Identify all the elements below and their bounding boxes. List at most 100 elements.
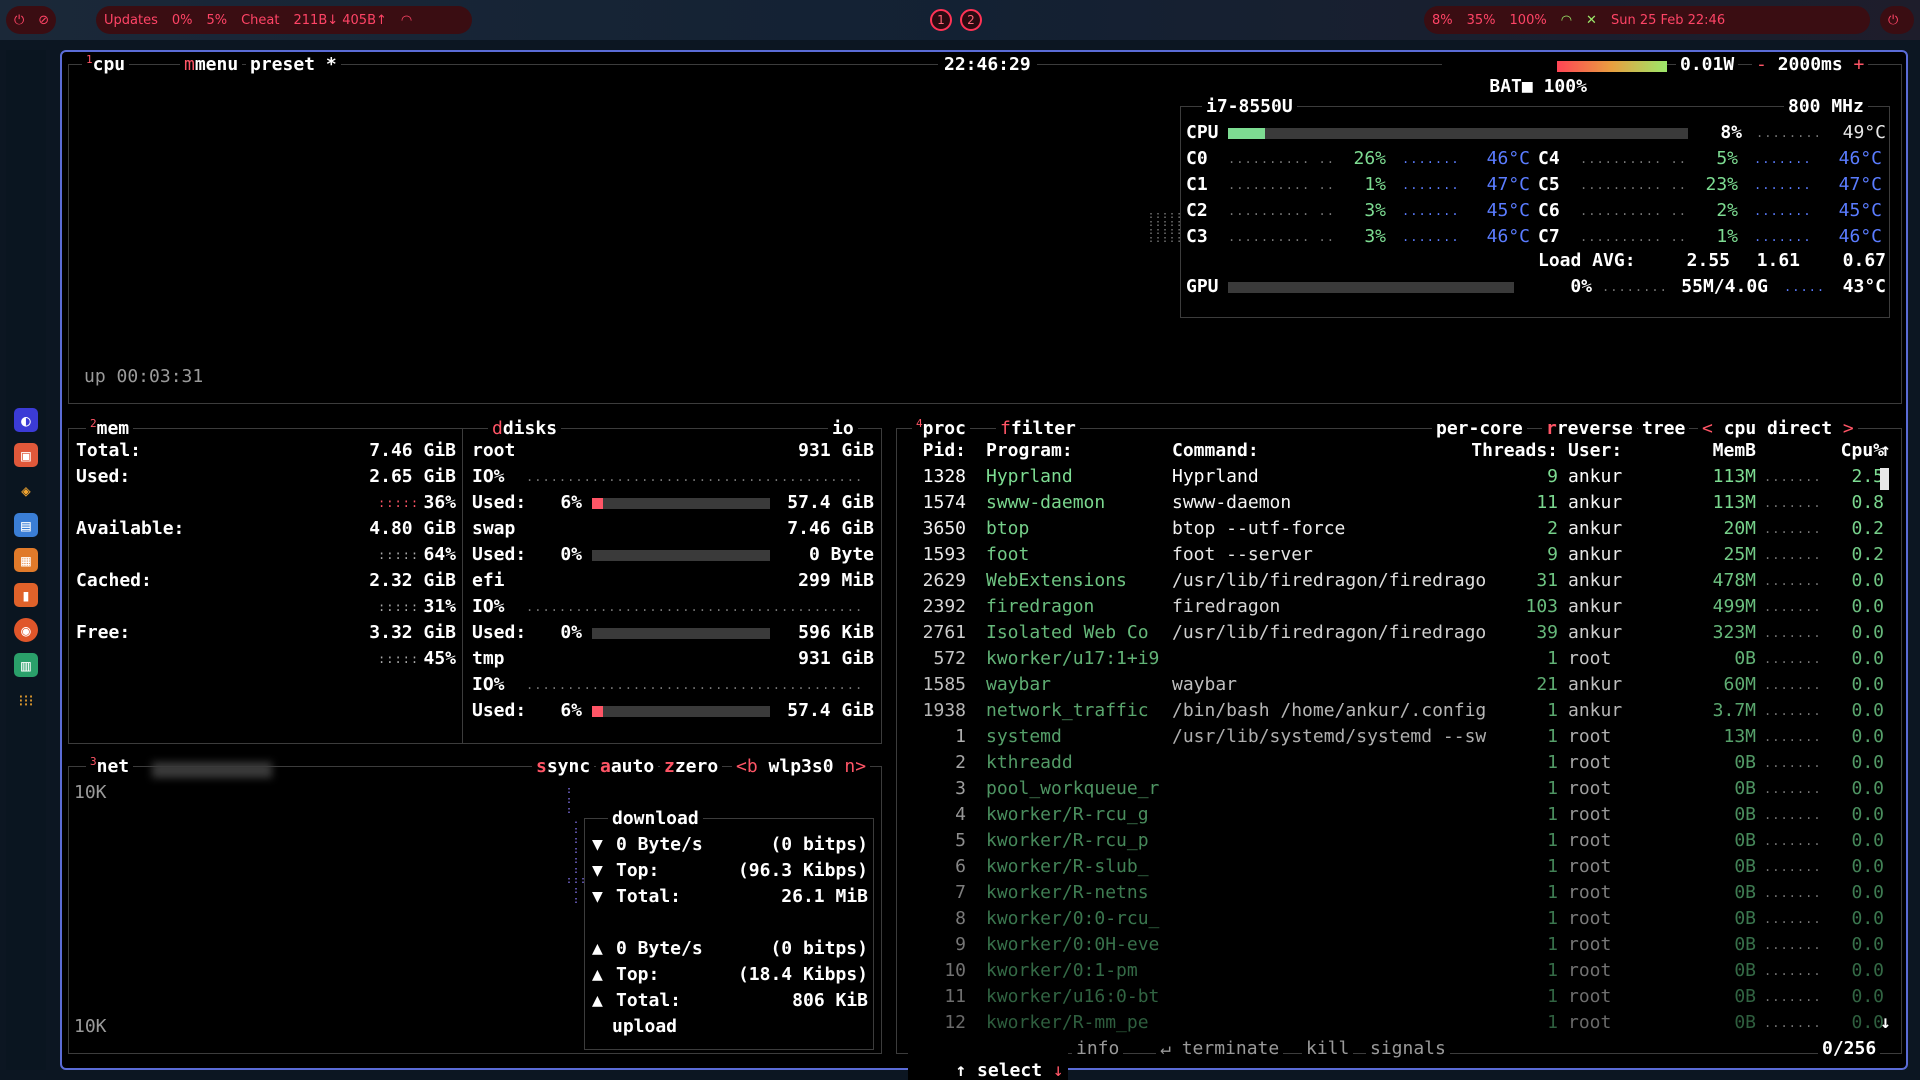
proc-pid: 2761 <box>922 622 966 643</box>
select-up-icon[interactable]: ↑ <box>955 1060 977 1080</box>
table-row[interactable]: 11 kworker/u16:0-bt 1 root 0B....... 0.0 <box>902 986 1884 1012</box>
proc-threads: 1 <box>1547 804 1558 825</box>
table-row[interactable]: 2392 firedragon firedragon 103 ankur 499M....… <box>902 596 1884 622</box>
proc-header-user[interactable]: User: <box>1568 440 1622 462</box>
tools-icon[interactable]: ✕ <box>1586 13 1597 28</box>
table-row[interactable]: 12 kworker/R-mm_pe 1 root 0B....... 0.0 <box>902 1012 1884 1038</box>
editor-icon[interactable]: ▥ <box>14 653 38 677</box>
archive-icon[interactable]: ▮ <box>14 583 38 607</box>
cpu-indicator[interactable]: 5% <box>206 13 227 28</box>
table-row[interactable]: 6 kworker/R-slub_ 1 root 0B....... 0.0 <box>902 856 1884 882</box>
mem-label: Total: <box>76 440 142 461</box>
proc-header-mem[interactable]: MemB <box>1672 440 1756 462</box>
gpu-memory: 55M/4.0G <box>1681 276 1768 297</box>
mem-label: Used: <box>76 466 131 487</box>
io-toggle[interactable]: io <box>828 418 858 440</box>
proc-threads: 1 <box>1547 1012 1558 1033</box>
menu-tab[interactable]: mmenu <box>180 54 243 76</box>
dashboard-icon[interactable]: ▦ <box>14 548 38 572</box>
table-row[interactable]: 1593 foot foot --server 9 ankur 25M....... 0.2 <box>902 544 1884 570</box>
brightness-indicator[interactable]: 35% <box>1467 13 1496 28</box>
net-sync-toggle[interactable]: ssync <box>532 756 595 778</box>
scroll-down-icon[interactable]: ↓ <box>1880 1012 1891 1034</box>
shutdown-button[interactable]: ⏻ <box>1880 6 1914 34</box>
table-row[interactable]: 2 kthreadd 1 root 0B....... 0.0 <box>902 752 1884 778</box>
volume-indicator[interactable]: 0% <box>172 13 193 28</box>
workspace-2[interactable]: 2 <box>960 9 982 31</box>
cheat-indicator[interactable]: Cheat <box>241 13 279 28</box>
app-grid-icon[interactable]: ⁝⁝⁝ <box>14 688 38 712</box>
files-icon[interactable]: ▤ <box>14 513 38 537</box>
workspace-1[interactable]: 1 <box>930 9 952 31</box>
mem-tab[interactable]: 2mem <box>86 417 134 442</box>
terminate-button[interactable]: ↵ terminate <box>1156 1038 1284 1060</box>
table-row[interactable]: 1574 swww-daemon swww-daemon 11 ankur 113M...… <box>902 492 1884 518</box>
table-row[interactable]: 1585 waybar waybar 21 ankur 60M....... 0.0 <box>902 674 1884 700</box>
proc-header-pid[interactable]: Pid: <box>902 440 966 462</box>
net-interface-selector[interactable]: <b wlp3s0 n> <box>732 756 871 778</box>
proc-header-threads[interactable]: Threads: <box>1432 440 1558 462</box>
proc-header-command[interactable]: Command: <box>1172 440 1259 462</box>
reverse-toggle[interactable]: rreverse <box>1542 418 1637 440</box>
launcher-icon[interactable]: ◐ <box>14 408 38 432</box>
table-row[interactable]: 8 kworker/0:0-rcu_ 1 root 0B....... 0.0 <box>902 908 1884 934</box>
proc-filter[interactable]: ffilter <box>996 418 1080 440</box>
layers-icon[interactable]: ◈ <box>14 478 38 502</box>
cpu-graph-marker: :::::::::::::::::::: <box>1148 210 1184 245</box>
table-row[interactable]: 1328 Hyprland Hyprland 9 ankur 113M....... 2.5 <box>902 466 1884 492</box>
datetime[interactable]: Sun 25 Feb 22:46 <box>1611 13 1725 28</box>
wifi-status-icon[interactable]: ◠ <box>1561 13 1572 28</box>
proc-program: foot <box>986 544 1030 565</box>
table-row[interactable]: 2629 WebExtensions/usr/lib/firedragon/fir… <box>902 570 1884 596</box>
power-menu-button[interactable]: ⏻ ⊘ <box>6 6 56 34</box>
table-row[interactable]: 5 kworker/R-rcu_p 1 root 0B....... 0.0 <box>902 830 1884 856</box>
table-row[interactable]: 2761 Isolated Web Co/usr/lib/firedragon/f… <box>902 622 1884 648</box>
proc-program: Isolated Web Co <box>986 622 1149 643</box>
proc-header-program[interactable]: Program: <box>986 440 1073 462</box>
proc-cpu: 0.0 <box>1851 882 1884 903</box>
updates-indicator[interactable]: Updates <box>104 13 158 28</box>
disk-used-bar-fill <box>592 498 603 509</box>
table-row[interactable]: 1938 network_traffic/bin/bash /home/ankur… <box>902 700 1884 726</box>
preset-tab[interactable]: preset * <box>246 54 341 76</box>
memory-indicator[interactable]: 8% <box>1432 13 1453 28</box>
btop-terminal[interactable]: 1cpu mmenu preset * 22:46:29 BAT■ 100% 0… <box>60 50 1908 1080</box>
sort-selector[interactable]: < cpu direct > <box>1698 418 1858 440</box>
table-row[interactable]: 3650 btop btop --utf-force 2 ankur 20M.......… <box>902 518 1884 544</box>
net-scale-top: 10K <box>74 782 107 803</box>
network-traffic-indicator[interactable]: 211B↓ 405B↑ <box>294 13 387 28</box>
firedragon-icon[interactable]: ◉ <box>14 618 38 642</box>
signals-button[interactable]: signals <box>1366 1038 1450 1060</box>
update-interval[interactable]: - 2000ms + <box>1752 54 1869 76</box>
terminal-icon[interactable]: ▣ <box>14 443 38 467</box>
table-row[interactable]: 7 kworker/R-netns 1 root 0B....... 0.0 <box>902 882 1884 908</box>
table-row[interactable]: 10 kworker/0:1-pm 1 root 0B....... 0.0 <box>902 960 1884 986</box>
per-core-toggle[interactable]: per-core <box>1432 418 1527 440</box>
info-button[interactable]: info <box>1072 1038 1124 1060</box>
proc-program: pool_workqueue_r <box>986 778 1160 799</box>
table-row[interactable]: 572 kworker/u17:1+i9 1 root 0B....... 0.0 <box>902 648 1884 674</box>
disks-tab[interactable]: ddisks <box>488 418 562 440</box>
table-row[interactable]: 4 kworker/R-rcu_g 1 root 0B....... 0.0 <box>902 804 1884 830</box>
net-auto-toggle[interactable]: aauto <box>596 756 659 778</box>
net-tab[interactable]: 3net <box>86 755 134 780</box>
table-row[interactable]: 3 pool_workqueue_r 1 root 0B....... 0.0 <box>902 778 1884 804</box>
table-row[interactable]: 1 systemd/usr/lib/systemd/systemd --sw 1 ro… <box>902 726 1884 752</box>
mem-label: Free: <box>76 622 131 643</box>
kill-button[interactable]: kill <box>1302 1038 1354 1060</box>
disk-size: 931 GiB <box>798 648 874 669</box>
proc-header-cpu[interactable]: Cpu% <box>1808 440 1884 462</box>
battery-indicator[interactable]: 100% <box>1510 13 1547 28</box>
net-zero-toggle[interactable]: zzero <box>660 756 723 778</box>
select-button[interactable]: select <box>977 1060 1042 1080</box>
table-row[interactable]: 9 kworker/0:0H-eve 1 root 0B....... 0.0 <box>902 934 1884 960</box>
interval-decrease[interactable]: - <box>1756 54 1778 75</box>
proc-tab[interactable]: 4proc <box>912 417 970 442</box>
disk-name: root <box>472 440 516 461</box>
interval-increase[interactable]: + <box>1843 54 1865 75</box>
proc-user: root <box>1568 856 1612 877</box>
proc-scrollbar-thumb[interactable] <box>1880 468 1889 490</box>
cpu-tab[interactable]: cpu <box>93 54 126 75</box>
proc-mem: 0B <box>1734 752 1756 773</box>
tree-toggle[interactable]: tree <box>1638 418 1690 440</box>
